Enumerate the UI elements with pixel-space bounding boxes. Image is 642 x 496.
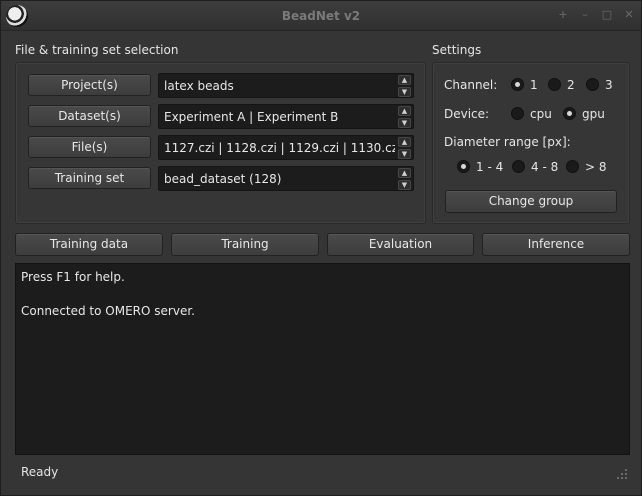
projects-button[interactable]: Project(s) — [28, 74, 151, 96]
projects-spinner[interactable]: ▲ ▼ — [398, 75, 411, 97]
channel-option-2[interactable]: 2 — [567, 78, 575, 92]
projects-field[interactable]: latex beads ▲ ▼ — [158, 73, 414, 98]
diameter-option-4-8[interactable]: 4 - 8 — [531, 160, 558, 174]
tab-evaluation[interactable]: Evaluation — [327, 233, 474, 256]
diameter-radio-1-4[interactable] — [457, 160, 470, 173]
device-option-gpu[interactable]: gpu — [582, 107, 605, 121]
spin-down-icon[interactable]: ▼ — [398, 149, 411, 159]
close-icon[interactable]: ✕ — [623, 8, 635, 22]
datasets-value: Experiment A | Experiment B — [164, 110, 339, 124]
tab-inference[interactable]: Inference — [482, 233, 630, 256]
diameter-radio-4-8[interactable] — [512, 160, 525, 173]
main-window: BeadNet v2 + – □ ✕ File & training set s… — [0, 0, 642, 496]
diameter-radio-gt-8[interactable] — [566, 160, 579, 173]
tab-training[interactable]: Training — [171, 233, 319, 256]
change-group-button[interactable]: Change group — [445, 190, 617, 213]
window-controls: + – □ ✕ — [557, 8, 635, 22]
file-group-title: File & training set selection — [15, 43, 179, 57]
channel-option-1[interactable]: 1 — [530, 78, 538, 92]
channel-radio-1[interactable] — [511, 78, 524, 91]
tab-training-data[interactable]: Training data — [15, 233, 163, 256]
spin-down-icon[interactable]: ▼ — [398, 180, 411, 190]
spin-up-icon[interactable]: ▲ — [398, 75, 411, 85]
channel-radio-3[interactable] — [586, 78, 599, 91]
log-line: Connected to OMERO server. — [21, 304, 195, 318]
diameter-option-1-4[interactable]: 1 - 4 — [476, 160, 503, 174]
diameter-option-gt-8[interactable]: > 8 — [585, 160, 607, 174]
minimize-icon[interactable]: – — [579, 8, 591, 22]
log-output[interactable]: Press F1 for help. Connected to OMERO se… — [15, 263, 630, 455]
status-bar-text: Ready — [21, 465, 59, 479]
spin-up-icon[interactable]: ▲ — [398, 106, 411, 116]
settings-title: Settings — [432, 43, 482, 57]
channel-label: Channel: — [444, 78, 498, 92]
spin-down-icon[interactable]: ▼ — [398, 87, 411, 97]
device-radio-cpu[interactable] — [511, 107, 524, 120]
channel-radio-2[interactable] — [548, 78, 561, 91]
device-radio-gpu[interactable] — [563, 107, 576, 120]
device-label: Device: — [444, 107, 490, 121]
files-field[interactable]: 1127.czi | 1128.czi | 1129.czi | 1130.cz… — [158, 135, 414, 160]
files-button[interactable]: File(s) — [28, 136, 151, 158]
resize-grip-icon[interactable] — [617, 469, 627, 479]
spin-up-icon[interactable]: ▲ — [398, 137, 411, 147]
diameter-label: Diameter range [px]: — [444, 135, 571, 149]
channel-option-3[interactable]: 3 — [605, 78, 613, 92]
window-title: BeadNet v2 — [281, 9, 361, 23]
log-line: Press F1 for help. — [21, 270, 125, 284]
training-set-value: bead_dataset (128) — [164, 172, 282, 186]
training-set-spinner[interactable]: ▲ ▼ — [398, 168, 411, 190]
title-bar[interactable]: BeadNet v2 + – □ ✕ — [1, 1, 641, 31]
datasets-spinner[interactable]: ▲ ▼ — [398, 106, 411, 128]
training-set-button[interactable]: Training set — [28, 167, 151, 189]
spin-up-icon[interactable]: ▲ — [398, 168, 411, 178]
training-set-field[interactable]: bead_dataset (128) ▲ ▼ — [158, 166, 414, 191]
projects-value: latex beads — [164, 79, 234, 93]
pin-icon[interactable]: + — [557, 8, 569, 22]
spin-down-icon[interactable]: ▼ — [398, 118, 411, 128]
maximize-icon[interactable]: □ — [601, 8, 613, 22]
files-spinner[interactable]: ▲ ▼ — [398, 137, 411, 159]
device-option-cpu[interactable]: cpu — [530, 107, 552, 121]
files-value: 1127.czi | 1128.czi | 1129.czi | 1130.cz… — [164, 141, 395, 155]
datasets-field[interactable]: Experiment A | Experiment B ▲ ▼ — [158, 104, 414, 129]
datasets-button[interactable]: Dataset(s) — [28, 105, 151, 127]
